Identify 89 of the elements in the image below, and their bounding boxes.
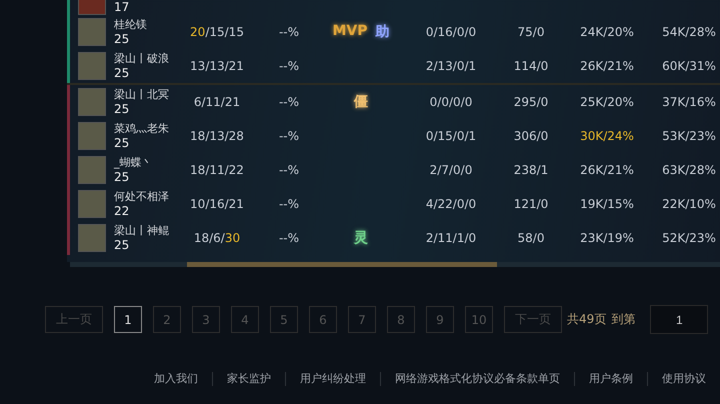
player-level: 22 [114,204,130,218]
damage-cell-text: 25K/20% [579,95,635,109]
player-level: 25 [114,66,130,80]
rate-cell-text: --% [278,59,300,73]
rate-cell-text: --% [278,129,300,143]
rate-cell-text: --% [278,163,300,177]
page-button[interactable]: 9 [426,306,454,333]
footer-link[interactable]: 家长监护 [227,371,271,386]
table-cell-text: 306/0 [512,129,550,143]
table-cell-text: 52K/23% [661,231,717,245]
kda-cell-text: 18/13/28 [189,129,245,143]
table-cell-text: 121/0 [512,197,550,211]
player-name: 菜鸡灬老朱 [114,122,169,136]
page-button[interactable]: 1 [114,306,142,333]
damage-cell-text: 23K/19% [579,231,635,245]
player-level: 25 [114,170,130,184]
table-cell-text: 0/16/0/0 [424,25,478,39]
table-cell-text: 58/0 [516,231,546,245]
table-cell-text: 54K/28% [661,25,717,39]
honor-title: 僵 [354,93,368,111]
page-button[interactable]: 2 [153,306,181,333]
kda-cell-text: 20/15/15 [189,25,245,39]
avatar-placeholder [78,52,106,80]
kda-cell-text: 10/16/21 [189,197,245,211]
damage-cell-text: 30K/24% [579,129,635,143]
avatar-placeholder [78,18,106,46]
honor-title: 助 [376,23,390,41]
scrollbar-thumb[interactable] [187,262,497,267]
table-cell-text: 2/13/0/1 [424,59,478,73]
kda-cell-text: 13/13/21 [189,59,245,73]
table-cell-text: 75/0 [516,25,546,39]
player-name: 何处不相泽 [114,190,169,204]
rate-cell-text: --% [278,197,300,211]
footer-link[interactable]: 网络游戏格式化协议必备条款单页 [395,371,560,386]
player-level: 25 [114,32,130,46]
page-button[interactable]: 5 [270,306,298,333]
avatar-placeholder [78,88,106,116]
damage-cell-text: 26K/21% [579,163,635,177]
kda-cell-text: 6/11/21 [192,95,242,109]
table-cell-text: 2/7/0/0 [428,163,474,177]
table-cell-text: 37K/16% [661,95,717,109]
player-name: 梁山丨破浪 [114,52,169,66]
damage-cell-text: 26K/21% [579,59,635,73]
table-cell-text: 0/0/0/0 [428,95,474,109]
player-level: 25 [114,102,130,116]
rate-cell-text: --% [278,95,300,109]
footer-link[interactable]: 使用协议 [662,371,706,386]
player-name: 桂纶镁 [114,18,147,32]
table-cell-text: 60K/31% [661,59,717,73]
player-level: 25 [114,136,130,150]
page-button[interactable]: 4 [231,306,259,333]
avatar-placeholder [78,190,106,218]
page-button[interactable]: 8 [387,306,415,333]
avatar-placeholder [78,224,106,252]
rate-cell-text: --% [278,25,300,39]
table-cell-text: 0/15/0/1 [424,129,478,143]
avatar-placeholder [78,156,106,184]
table-cell-text: 63K/28% [661,163,717,177]
table-cell-text: 2/11/1/0 [424,231,478,245]
player-level: 25 [114,238,130,252]
damage-cell-text: 24K/20% [579,25,635,39]
table-cell-text: 295/0 [512,95,550,109]
player-name: _蝴蝶丶 [114,156,152,170]
table-cell-text: 22K/10% [661,197,717,211]
footer-link[interactable]: 用户纠纷处理 [300,371,366,386]
kda-cell-text: 18/11/22 [189,163,245,177]
footer-link[interactable]: 加入我们 [154,371,198,386]
page-button[interactable]: 6 [309,306,337,333]
page-total: 共49页 [567,311,606,328]
table-cell-text: 238/1 [512,163,550,177]
avatar-placeholder [78,122,106,150]
player-name: 梁山丨北冥 [114,88,169,102]
scrollbar[interactable] [70,262,720,267]
honor-title: 灵 [354,229,368,247]
player-name: 梁山丨神鲲 [114,224,169,238]
rate-cell-text: --% [278,231,300,245]
page-input[interactable]: 1 [650,305,708,334]
table-cell-text: 53K/23% [661,129,717,143]
footer-link[interactable]: 用户条例 [589,371,633,386]
player-level: 17 [114,0,130,14]
damage-cell-text: 19K/15% [579,197,635,211]
kda-cell-text: 18/6/30 [192,231,242,245]
page-button[interactable]: 7 [348,306,376,333]
page-button[interactable]: 10 [465,306,493,333]
honor-title: MVP [332,23,368,41]
goto-label: 到第 [611,311,636,328]
page-button[interactable]: 3 [192,306,220,333]
table-cell-text: 4/22/0/0 [424,197,478,211]
table-cell-text: 114/0 [512,59,550,73]
